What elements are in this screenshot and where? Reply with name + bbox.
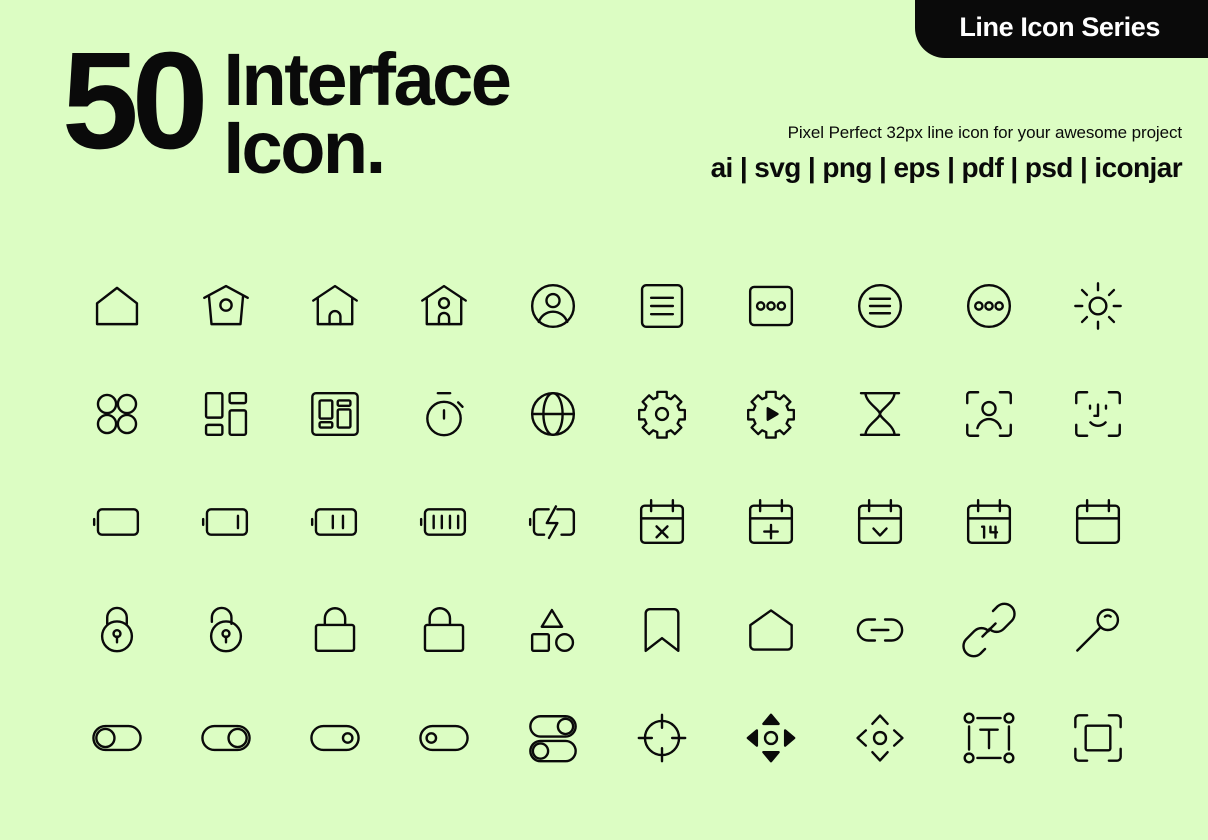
calendar-check-icon: [825, 468, 934, 576]
stopwatch-icon: [389, 360, 498, 468]
lock-square-closed-icon: [280, 576, 389, 684]
description-formats: ai | svg | png | eps | pdf | psd | iconj…: [710, 151, 1183, 183]
battery-empty-icon: [62, 468, 171, 576]
lock-round-closed-icon: [62, 576, 171, 684]
series-badge: Line Icon Series: [915, 0, 1208, 58]
resize-arrows-icon: [825, 684, 934, 792]
hourglass-icon: [825, 360, 934, 468]
toggle-left-large-icon: [62, 684, 171, 792]
pentagon-home-icon: [716, 576, 825, 684]
globe-icon: [498, 360, 607, 468]
layout-dashboard-icon: [171, 360, 280, 468]
brightness-sun-icon: [1043, 252, 1152, 360]
battery-charging-icon: [498, 468, 607, 576]
description-block: Pixel Perfect 32px line icon for your aw…: [710, 122, 1183, 185]
toggle-right-large-icon: [171, 684, 280, 792]
lock-round-open-icon: [171, 576, 280, 684]
layout-framed-icon: [280, 360, 389, 468]
icon-grid: [62, 252, 1152, 792]
battery-low-icon: [171, 468, 280, 576]
calendar-blank-icon: [1043, 468, 1152, 576]
title-lines: Interface Icon.: [223, 38, 512, 190]
face-id-icon: [1043, 360, 1152, 468]
dots-square-icon: [716, 252, 825, 360]
battery-medium-icon: [280, 468, 389, 576]
headline: 50 Interface Icon.: [62, 24, 512, 190]
home-window-icon: [171, 252, 280, 360]
gear-play-icon: [716, 360, 825, 468]
crop-frame-icon: [1043, 684, 1152, 792]
title-line-2: Icon.: [223, 106, 387, 190]
dots-circle-icon: [934, 252, 1043, 360]
settings-gear-icon: [607, 360, 716, 468]
lock-square-open-icon: [389, 576, 498, 684]
toggle-left-small-icon: [389, 684, 498, 792]
grid-circles-icon: [62, 360, 171, 468]
calendar-date-icon: [934, 468, 1043, 576]
poster-canvas: Line Icon Series 50 Interface Icon. Pixe…: [0, 0, 1208, 840]
series-badge-label: Line Icon Series: [959, 11, 1160, 42]
home-window-door-icon: [389, 252, 498, 360]
title-line-1: Interface: [223, 38, 512, 121]
shapes-icon: [498, 576, 607, 684]
calendar-add-icon: [716, 468, 825, 576]
text-box-icon: [934, 684, 1043, 792]
description-subtitle: Pixel Perfect 32px line icon for your aw…: [787, 123, 1183, 142]
bookmark-icon: [607, 576, 716, 684]
home-outline-icon: [62, 252, 171, 360]
home-door-icon: [280, 252, 389, 360]
menu-circle-icon: [825, 252, 934, 360]
calendar-remove-icon: [607, 468, 716, 576]
user-circle-icon: [498, 252, 607, 360]
menu-square-icon: [607, 252, 716, 360]
icon-count: 50: [62, 24, 208, 178]
toggle-stacked-icon: [498, 684, 607, 792]
link-horizontal-icon: [825, 576, 934, 684]
crosshair-target-icon: [607, 684, 716, 792]
battery-full-icon: [389, 468, 498, 576]
move-arrows-icon: [716, 684, 825, 792]
link-diagonal-icon: [934, 576, 1043, 684]
face-scan-icon: [934, 360, 1043, 468]
key-pin-icon: [1043, 576, 1152, 684]
toggle-right-small-icon: [280, 684, 389, 792]
